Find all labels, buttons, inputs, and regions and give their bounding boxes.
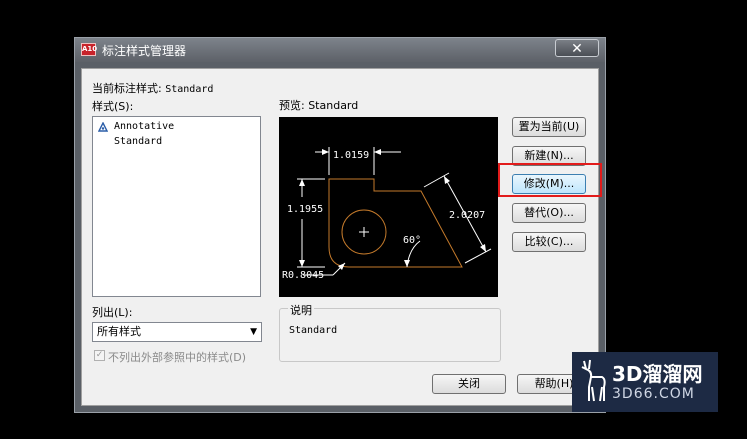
list-filter-dropdown[interactable]: 所有样式 ▼ xyxy=(92,322,262,342)
description-group: 说明 Standard xyxy=(279,302,501,362)
annotative-icon xyxy=(98,122,108,132)
list-filter-label: 列出(L): xyxy=(92,306,133,319)
chevron-down-icon: ▼ xyxy=(250,327,257,337)
watermark-main-text: 3D溜溜网 xyxy=(612,362,703,386)
dialog-body: 当前标注样式: Standard 样式(S): Annotative Stand… xyxy=(81,68,599,406)
dimension-style-manager-dialog: A10 标注样式管理器 ✕ 当前标注样式: Standard 样式(S): An… xyxy=(74,37,606,413)
current-style-value: Standard xyxy=(165,84,214,95)
dim-top-text: 1.0159 xyxy=(333,150,369,161)
xref-styles-checkbox[interactable]: ✓ xyxy=(94,350,105,361)
title-bar[interactable]: A10 标注样式管理器 ✕ xyxy=(75,38,605,62)
dim-left-text: 1.1955 xyxy=(287,204,323,215)
description-label: 说明 xyxy=(288,302,314,318)
description-text: Standard xyxy=(289,325,338,336)
dim-radius-text: R0.8045 xyxy=(282,270,324,281)
list-item-standard[interactable]: Standard xyxy=(114,136,162,147)
autocad-app-icon: A10 xyxy=(81,43,97,56)
watermark-sub-text: 3D66.COM xyxy=(612,386,695,402)
deer-icon xyxy=(581,359,606,402)
styles-label: 样式(S): xyxy=(92,100,134,113)
set-current-button[interactable]: 置为当前(U) xyxy=(512,117,586,137)
preview-drawing: 1.0159 1.1955 2.0207 60° R0.8045 xyxy=(282,147,492,281)
watermark-logo: 3D溜溜网 3D66.COM xyxy=(572,352,718,412)
dim-right-text: 2.0207 xyxy=(449,210,485,221)
close-button[interactable]: 关闭 xyxy=(432,374,506,394)
close-window-button[interactable]: ✕ xyxy=(555,39,599,57)
compare-styles-button[interactable]: 比较(C)... xyxy=(512,232,586,252)
override-style-button[interactable]: 替代(O)... xyxy=(512,203,586,223)
modify-button-highlight xyxy=(498,163,602,197)
styles-listbox[interactable]: Annotative Standard xyxy=(92,116,261,297)
dim-angle-text: 60° xyxy=(403,235,421,246)
dimension-preview: 1.0159 1.1955 2.0207 60° R0.8045 xyxy=(279,117,498,297)
window-title: 标注样式管理器 xyxy=(102,44,187,58)
current-style-label: 当前标注样式: Standard xyxy=(92,82,214,95)
preview-label: 预览: Standard xyxy=(279,99,359,112)
xref-checkbox-label: 不列出外部参照中的样式(D) xyxy=(108,351,247,364)
list-item-annotative[interactable]: Annotative xyxy=(98,121,174,132)
